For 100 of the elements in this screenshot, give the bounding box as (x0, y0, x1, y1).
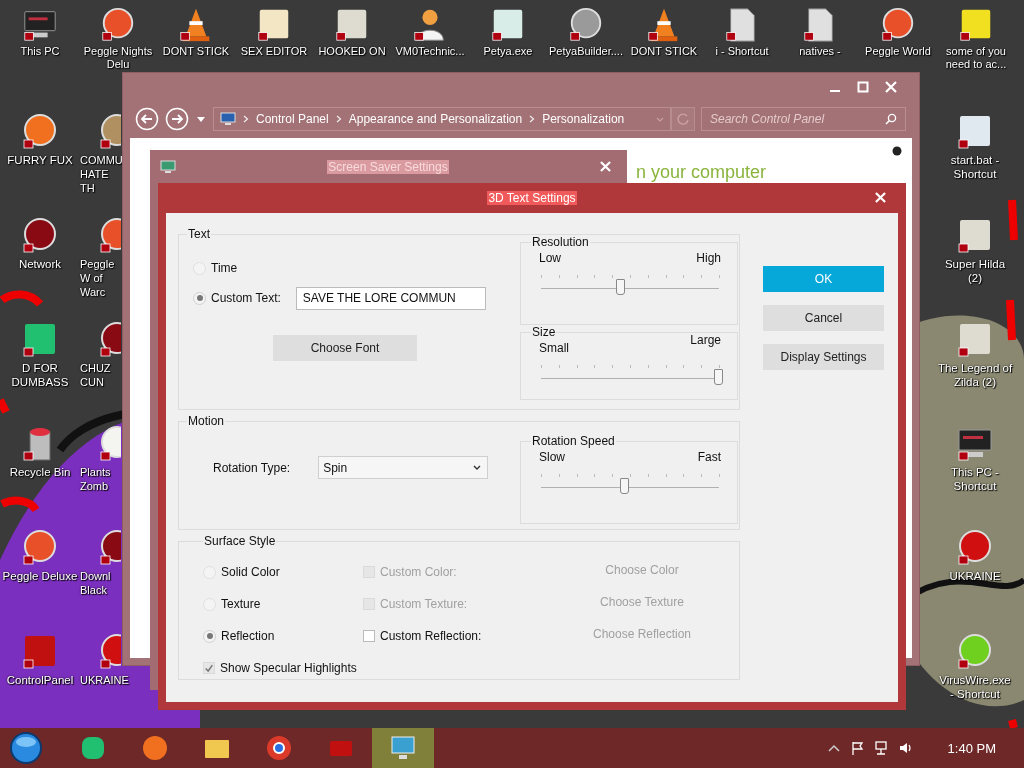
address-bar[interactable]: Control Panel Appearance and Personalization Personalization (213, 107, 671, 131)
icon-label: natives - (798, 45, 842, 58)
checkbox[interactable] (203, 662, 215, 674)
icon-label: Super Hilda (2) (943, 257, 1007, 285)
checkbox-label: Custom Reflection: (380, 629, 482, 643)
dialog-button[interactable]: Cancel (763, 305, 884, 331)
icon-label: VM0Technic... (394, 45, 466, 58)
icon-label: HOOKED ON (317, 45, 387, 58)
group-label: Text (187, 227, 211, 241)
icon-label: ControlPanel (5, 673, 75, 687)
monitor-icon (220, 112, 236, 126)
clock[interactable]: 1:40 PM (947, 740, 996, 756)
slider-thumb[interactable] (714, 369, 723, 385)
breadcrumb-item[interactable]: Appearance and Personalization (348, 112, 523, 126)
network-icon[interactable] (873, 740, 890, 756)
icon-label: This PC - Shortcut (950, 465, 1000, 493)
chevron-icon (335, 115, 342, 123)
breadcrumb-item[interactable]: Personalization (542, 112, 625, 126)
icon-label: Network (17, 257, 63, 271)
icon-label: DONT STICK (161, 45, 231, 58)
start-button[interactable] (10, 732, 42, 764)
checkbox-label: Show Specular Highlights (220, 661, 357, 675)
field-label: Rotation Type: (213, 460, 291, 475)
icon-label: The Legend of Zilda (2) (937, 361, 1013, 389)
group-label: Surface Style (203, 534, 277, 548)
search-icon[interactable] (885, 113, 897, 125)
icon-label: VirusWire.exe - Shortcut (938, 673, 1012, 701)
notes-icon (79, 734, 107, 762)
slider-thumb[interactable] (616, 279, 626, 295)
icon-label: This PC (19, 45, 61, 58)
chevron-icon (243, 115, 249, 123)
icon-label: DONT STICK (629, 45, 699, 58)
icon-label: PetyaBuilder.... (548, 45, 624, 58)
window-title: Screen Saver Settings (327, 159, 449, 174)
icon-label: Peggle Nights Delu (82, 45, 154, 71)
icon-label: Downl Black (79, 569, 112, 597)
slider-max-label: Fast (697, 450, 721, 464)
icon-label: Peggle World (864, 45, 932, 58)
slider-thumb[interactable] (619, 478, 629, 494)
heading-text: n your computer (635, 162, 766, 183)
icon-label: Recycle Bin (8, 465, 72, 479)
close-button[interactable] (885, 81, 897, 93)
icon-label: COMMU HATE TH (79, 153, 122, 195)
option-label: Reflection (221, 629, 275, 643)
icon-label: Peggle Deluxe (2, 569, 78, 583)
ball-icon[interactable] (97, 320, 121, 360)
option-label: Time (211, 261, 238, 275)
icon-label: CHUZ CUN (79, 361, 112, 389)
group-label: Size (531, 325, 557, 339)
icon-label: some of you need to ac... (944, 45, 1008, 71)
ok-button[interactable]: OK (763, 266, 884, 292)
rotation-type-dropdown[interactable]: Spin (318, 456, 489, 479)
icon-label: i - Shortcut (714, 45, 770, 58)
caret-icon[interactable] (473, 465, 482, 470)
icon-label: Petya.exe (482, 45, 534, 58)
volume-icon[interactable] (897, 740, 914, 756)
slider-min-label: Slow (539, 450, 565, 464)
slider-min-label: Low (539, 251, 561, 265)
close-button[interactable] (600, 161, 611, 172)
close-button[interactable] (875, 192, 886, 203)
group-label: Rotation Speed (531, 434, 616, 448)
checkbox-label: Custom Texture: (380, 597, 468, 611)
back-button[interactable] (135, 107, 159, 131)
radio-button[interactable] (203, 629, 216, 643)
breadcrumb-item[interactable]: Control Panel (256, 112, 329, 126)
icon-label: start.bat - Shortcut (949, 153, 1001, 181)
group-label: Motion (187, 414, 226, 428)
icon-label: UKRAINE (79, 673, 129, 687)
monitor-icon (160, 159, 176, 174)
icon-label: Peggle W of Warc (79, 257, 116, 299)
chevron-icon (529, 115, 536, 123)
forward-button[interactable] (165, 107, 189, 131)
checkbox-label: Custom Color: (380, 565, 457, 579)
icon-label: SEX EDITOR (239, 45, 309, 58)
ball-icon[interactable] (97, 528, 121, 568)
text-field[interactable]: SAVE THE LORE COMMUN (295, 286, 486, 310)
window-title: 3D Text Settings (487, 191, 577, 205)
slider-track[interactable] (541, 273, 719, 297)
icon-label: FURRY FUX (6, 153, 74, 167)
ball-icon[interactable] (97, 216, 121, 256)
maximize-button[interactable] (857, 81, 869, 93)
slider-track[interactable] (541, 472, 719, 496)
icon-label: D FOR DUMBASS (10, 361, 70, 389)
slider-max-label: Large (690, 333, 721, 349)
slider-min-label: Small (539, 341, 569, 355)
icon-label: UKRAINE (948, 569, 1002, 583)
option-label: Solid Color (221, 565, 280, 579)
flag-icon[interactable] (849, 740, 866, 756)
option-label: Custom Text: (211, 291, 281, 305)
dialog-button[interactable]: Display Settings (763, 344, 884, 370)
option-label: Texture (221, 597, 261, 611)
icon-label: Plants Zomb (79, 465, 112, 493)
search-field[interactable]: Search Control Panel (701, 107, 906, 131)
slider-max-label: High (696, 251, 721, 265)
group-label: Resolution (531, 235, 590, 249)
radio-button[interactable] (193, 291, 206, 305)
chrome-icon (265, 734, 293, 762)
choose-font-button[interactable]: Choose Font (273, 335, 417, 361)
checkbox[interactable] (363, 630, 375, 642)
monitor-icon (389, 734, 417, 762)
